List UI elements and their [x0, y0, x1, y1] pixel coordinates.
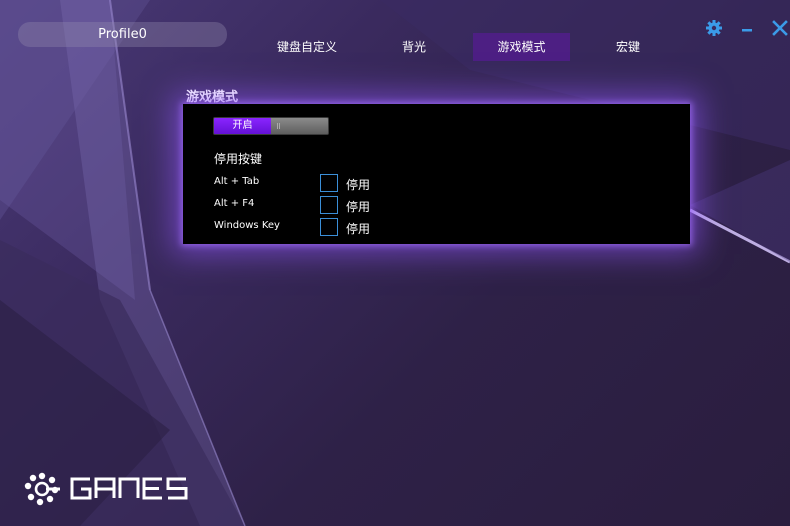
key-name: Alt + F4 — [214, 198, 255, 209]
tab-keyboard-custom[interactable]: 键盘自定义 — [258, 33, 356, 61]
key-row-alt-f4: Alt + F4 停用 — [214, 196, 414, 216]
checkbox-label: 停用 — [346, 200, 371, 214]
tab-macro[interactable]: 宏键 — [580, 33, 676, 61]
key-name: Alt + Tab — [214, 176, 260, 187]
app-window: Profile0 键盘自定义 背光 游戏模式 宏键 游戏模式 开启 停用按键 A… — [0, 0, 790, 526]
key-name: Windows Key — [214, 220, 280, 231]
background-art — [0, 0, 790, 526]
checkbox-label: 停用 — [346, 222, 371, 236]
disable-windows-key-checkbox[interactable] — [320, 218, 338, 236]
brand-logo — [24, 472, 188, 506]
disable-alt-tab-checkbox[interactable] — [320, 174, 338, 192]
tab-game-mode[interactable]: 游戏模式 — [473, 33, 570, 61]
gear-icon[interactable] — [704, 18, 724, 38]
minimize-icon[interactable] — [737, 18, 757, 38]
close-icon[interactable] — [770, 18, 790, 38]
toggle-knob[interactable] — [271, 118, 328, 134]
checkbox-label: 停用 — [346, 178, 371, 192]
game-mode-toggle[interactable]: 开启 — [213, 117, 329, 135]
toggle-on-label: 开启 — [214, 118, 271, 134]
disable-alt-f4-checkbox[interactable] — [320, 196, 338, 214]
section-title: 游戏模式 — [186, 90, 239, 105]
profile-selector[interactable]: Profile0 — [18, 22, 227, 47]
key-row-alt-tab: Alt + Tab 停用 — [214, 174, 414, 194]
game-mode-panel: 开启 停用按键 Alt + Tab 停用 Alt + F4 停用 Windows… — [183, 104, 690, 244]
key-row-windows-key: Windows Key 停用 — [214, 218, 414, 238]
tab-backlight[interactable]: 背光 — [366, 33, 462, 61]
disable-keys-label: 停用按键 — [214, 152, 263, 166]
